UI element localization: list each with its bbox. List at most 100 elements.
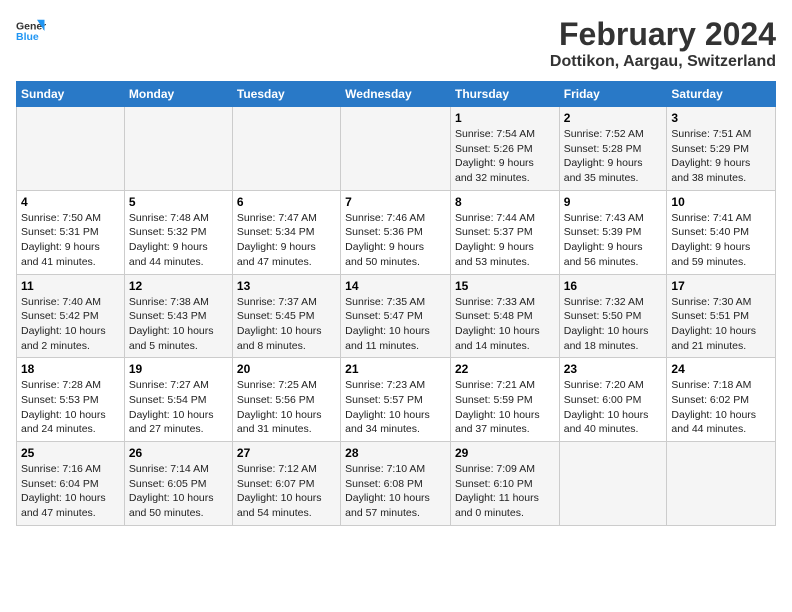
col-header-tuesday: Tuesday	[232, 82, 340, 107]
calendar-cell: 27 Sunrise: 7:12 AM Sunset: 6:07 PM Dayli…	[232, 442, 340, 526]
col-header-wednesday: Wednesday	[341, 82, 451, 107]
col-header-sunday: Sunday	[17, 82, 125, 107]
calendar-cell: 18 Sunrise: 7:28 AM Sunset: 5:53 PM Dayli…	[17, 358, 125, 442]
calendar-cell: 5 Sunrise: 7:48 AM Sunset: 5:32 PM Daylig…	[124, 190, 232, 274]
col-header-monday: Monday	[124, 82, 232, 107]
col-header-friday: Friday	[559, 82, 667, 107]
calendar-cell	[667, 442, 776, 526]
calendar-cell: 14 Sunrise: 7:35 AM Sunset: 5:47 PM Dayli…	[341, 274, 451, 358]
day-info: Sunrise: 7:20 AM Sunset: 6:00 PM Dayligh…	[564, 378, 663, 437]
day-info: Sunrise: 7:27 AM Sunset: 5:54 PM Dayligh…	[129, 378, 228, 437]
calendar-week-3: 11Sunrise: 7:40 AM Sunset: 5:42 PM Dayli…	[17, 274, 776, 358]
day-info: Sunrise: 7:16 AM Sunset: 6:04 PM Dayligh…	[21, 462, 120, 521]
calendar-cell: 10 Sunrise: 7:41 AM Sunset: 5:40 PM Dayli…	[667, 190, 776, 274]
month-title: February 2024	[550, 16, 776, 53]
calendar-cell: 2Sunrise: 7:52 AM Sunset: 5:28 PM Daylig…	[559, 107, 667, 191]
day-number: 27	[237, 446, 336, 460]
day-number: 20	[237, 362, 336, 376]
calendar-cell: 19 Sunrise: 7:27 AM Sunset: 5:54 PM Dayli…	[124, 358, 232, 442]
day-number: 22	[455, 362, 555, 376]
day-number: 25	[21, 446, 120, 460]
day-number: 26	[129, 446, 228, 460]
calendar-cell: 24Sunrise: 7:18 AM Sunset: 6:02 PM Dayli…	[667, 358, 776, 442]
calendar-cell: 20 Sunrise: 7:25 AM Sunset: 5:56 PM Dayli…	[232, 358, 340, 442]
day-info: Sunrise: 7:43 AM Sunset: 5:39 PM Dayligh…	[564, 211, 663, 270]
day-info: Sunrise: 7:28 AM Sunset: 5:53 PM Dayligh…	[21, 378, 120, 437]
logo-icon: General Blue	[16, 16, 46, 46]
calendar-cell: 22Sunrise: 7:21 AM Sunset: 5:59 PM Dayli…	[450, 358, 559, 442]
calendar-cell: 3Sunrise: 7:51 AM Sunset: 5:29 PM Daylig…	[667, 107, 776, 191]
day-info: Sunrise: 7:09 AM Sunset: 6:10 PM Dayligh…	[455, 462, 555, 521]
calendar-cell: 16 Sunrise: 7:32 AM Sunset: 5:50 PM Dayli…	[559, 274, 667, 358]
day-number: 8	[455, 195, 555, 209]
day-info: Sunrise: 7:25 AM Sunset: 5:56 PM Dayligh…	[237, 378, 336, 437]
svg-text:Blue: Blue	[16, 31, 39, 43]
day-number: 16	[564, 279, 663, 293]
day-info: Sunrise: 7:10 AM Sunset: 6:08 PM Dayligh…	[345, 462, 446, 521]
day-number: 14	[345, 279, 446, 293]
day-number: 13	[237, 279, 336, 293]
day-info: Sunrise: 7:33 AM Sunset: 5:48 PM Dayligh…	[455, 295, 555, 354]
calendar-cell	[559, 442, 667, 526]
day-number: 28	[345, 446, 446, 460]
calendar-cell: 6 Sunrise: 7:47 AM Sunset: 5:34 PM Daylig…	[232, 190, 340, 274]
day-info: Sunrise: 7:54 AM Sunset: 5:26 PM Dayligh…	[455, 127, 555, 186]
day-info: Sunrise: 7:23 AM Sunset: 5:57 PM Dayligh…	[345, 378, 446, 437]
location-title: Dottikon, Aargau, Switzerland	[550, 53, 776, 71]
day-number: 1	[455, 111, 555, 125]
calendar-week-1: 1 Sunrise: 7:54 AM Sunset: 5:26 PM Daylig…	[17, 107, 776, 191]
calendar-cell: 28 Sunrise: 7:10 AM Sunset: 6:08 PM Dayli…	[341, 442, 451, 526]
day-info: Sunrise: 7:35 AM Sunset: 5:47 PM Dayligh…	[345, 295, 446, 354]
day-number: 23	[564, 362, 663, 376]
calendar-cell: 12 Sunrise: 7:38 AM Sunset: 5:43 PM Dayli…	[124, 274, 232, 358]
calendar-cell: 13Sunrise: 7:37 AM Sunset: 5:45 PM Dayli…	[232, 274, 340, 358]
day-number: 5	[129, 195, 228, 209]
calendar-cell: 4 Sunrise: 7:50 AM Sunset: 5:31 PM Daylig…	[17, 190, 125, 274]
day-info: Sunrise: 7:47 AM Sunset: 5:34 PM Dayligh…	[237, 211, 336, 270]
calendar-cell: 15 Sunrise: 7:33 AM Sunset: 5:48 PM Dayli…	[450, 274, 559, 358]
day-number: 24	[671, 362, 771, 376]
day-number: 17	[671, 279, 771, 293]
day-number: 12	[129, 279, 228, 293]
day-number: 7	[345, 195, 446, 209]
day-number: 10	[671, 195, 771, 209]
day-info: Sunrise: 7:12 AM Sunset: 6:07 PM Dayligh…	[237, 462, 336, 521]
calendar-table: SundayMondayTuesdayWednesdayThursdayFrid…	[16, 81, 776, 526]
calendar-week-2: 4 Sunrise: 7:50 AM Sunset: 5:31 PM Daylig…	[17, 190, 776, 274]
col-header-thursday: Thursday	[450, 82, 559, 107]
day-info: Sunrise: 7:44 AM Sunset: 5:37 PM Dayligh…	[455, 211, 555, 270]
day-info: Sunrise: 7:46 AM Sunset: 5:36 PM Dayligh…	[345, 211, 446, 270]
day-info: Sunrise: 7:41 AM Sunset: 5:40 PM Dayligh…	[671, 211, 771, 270]
calendar-week-4: 18 Sunrise: 7:28 AM Sunset: 5:53 PM Dayli…	[17, 358, 776, 442]
calendar-cell: 7 Sunrise: 7:46 AM Sunset: 5:36 PM Daylig…	[341, 190, 451, 274]
calendar-cell: 23 Sunrise: 7:20 AM Sunset: 6:00 PM Dayli…	[559, 358, 667, 442]
day-info: Sunrise: 7:40 AM Sunset: 5:42 PM Dayligh…	[21, 295, 120, 354]
calendar-cell: 8 Sunrise: 7:44 AM Sunset: 5:37 PM Daylig…	[450, 190, 559, 274]
calendar-cell: 9Sunrise: 7:43 AM Sunset: 5:39 PM Daylig…	[559, 190, 667, 274]
day-number: 29	[455, 446, 555, 460]
day-number: 18	[21, 362, 120, 376]
calendar-cell	[17, 107, 125, 191]
day-number: 4	[21, 195, 120, 209]
calendar-cell: 26 Sunrise: 7:14 AM Sunset: 6:05 PM Dayli…	[124, 442, 232, 526]
header: General Blue February 2024 Dottikon, Aar…	[16, 16, 776, 71]
calendar-cell	[232, 107, 340, 191]
day-info: Sunrise: 7:48 AM Sunset: 5:32 PM Dayligh…	[129, 211, 228, 270]
day-number: 19	[129, 362, 228, 376]
calendar-cell: 11Sunrise: 7:40 AM Sunset: 5:42 PM Dayli…	[17, 274, 125, 358]
calendar-week-5: 25 Sunrise: 7:16 AM Sunset: 6:04 PM Dayli…	[17, 442, 776, 526]
day-info: Sunrise: 7:38 AM Sunset: 5:43 PM Dayligh…	[129, 295, 228, 354]
col-header-saturday: Saturday	[667, 82, 776, 107]
day-info: Sunrise: 7:50 AM Sunset: 5:31 PM Dayligh…	[21, 211, 120, 270]
calendar-cell	[124, 107, 232, 191]
day-number: 2	[564, 111, 663, 125]
header-row: SundayMondayTuesdayWednesdayThursdayFrid…	[17, 82, 776, 107]
day-info: Sunrise: 7:32 AM Sunset: 5:50 PM Dayligh…	[564, 295, 663, 354]
day-info: Sunrise: 7:14 AM Sunset: 6:05 PM Dayligh…	[129, 462, 228, 521]
day-number: 15	[455, 279, 555, 293]
day-number: 6	[237, 195, 336, 209]
day-info: Sunrise: 7:30 AM Sunset: 5:51 PM Dayligh…	[671, 295, 771, 354]
calendar-cell	[341, 107, 451, 191]
day-number: 3	[671, 111, 771, 125]
calendar-cell: 21Sunrise: 7:23 AM Sunset: 5:57 PM Dayli…	[341, 358, 451, 442]
